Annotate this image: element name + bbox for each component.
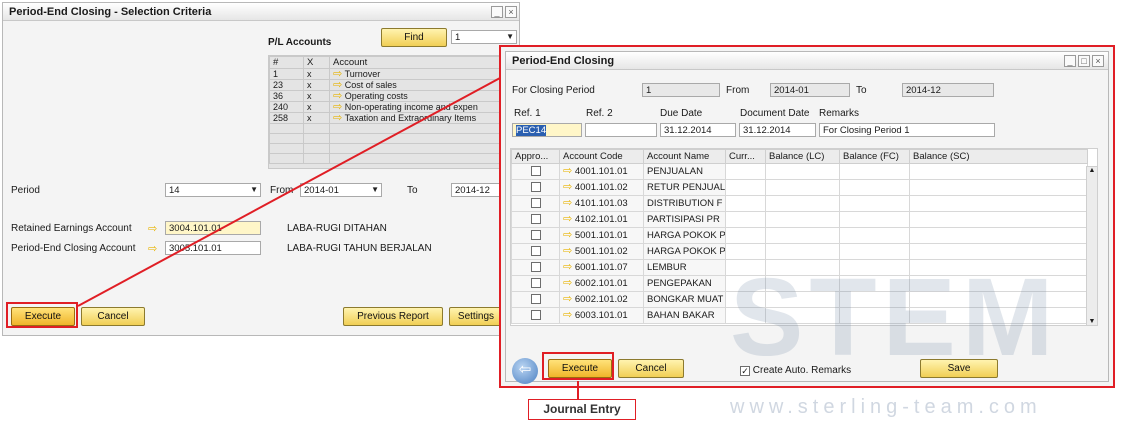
col-balance-lc[interactable]: Balance (LC)	[765, 149, 840, 164]
watermark-logo: STEM	[730, 256, 1060, 379]
ref1-input[interactable]: PEC14	[512, 123, 582, 137]
approve-checkbox[interactable]	[530, 278, 541, 289]
to-field: 2014-12	[902, 83, 994, 97]
close-icon[interactable]: ×	[1092, 55, 1104, 67]
col-balance-sc[interactable]: Balance (SC)	[909, 149, 1088, 164]
approve-checkbox[interactable]	[530, 182, 541, 193]
approve-checkbox[interactable]	[530, 166, 541, 177]
callout-connector	[577, 381, 579, 400]
from-field: 2014-01	[770, 83, 850, 97]
approve-checkbox[interactable]	[530, 230, 541, 241]
back-arrow-icon[interactable]: ⇦	[512, 358, 538, 384]
table-row[interactable]: ⇨ 4001.101.01 PENJUALAN	[511, 163, 1088, 180]
link-arrow-icon[interactable]: ⇨	[563, 230, 572, 241]
link-arrow-icon[interactable]: ⇨	[563, 262, 572, 273]
for-closing-field: 1	[642, 83, 720, 97]
link-arrow-icon[interactable]: ⇨	[563, 182, 572, 193]
scroll-up-icon[interactable]: ▲	[1087, 167, 1097, 174]
approve-checkbox[interactable]	[530, 310, 541, 321]
period-end-closing-titlebar: Period-End Closing	[506, 52, 1108, 70]
table-row[interactable]: ⇨ 4102.101.01 PARTISIPASI PR	[511, 211, 1088, 228]
approve-checkbox[interactable]	[530, 246, 541, 257]
approve-checkbox[interactable]	[530, 198, 541, 209]
approve-checkbox[interactable]	[530, 294, 541, 305]
ref1-label: Ref. 1	[514, 108, 541, 119]
approve-checkbox[interactable]	[530, 262, 541, 273]
ref2-label: Ref. 2	[586, 108, 613, 119]
for-closing-label: For Closing Period	[512, 85, 595, 96]
table-row[interactable]: ⇨ 5001.101.01 HARGA POKOK P	[511, 227, 1088, 244]
due-date-label: Due Date	[660, 108, 703, 119]
table-row[interactable]: ⇨ 4001.101.02 RETUR PENJUALA	[511, 179, 1088, 196]
from-label: From	[726, 85, 750, 96]
grid-scrollbar[interactable]: ▲ ▼	[1086, 166, 1098, 326]
to-label: To	[856, 85, 867, 96]
link-arrow-icon[interactable]: ⇨	[563, 214, 572, 225]
link-arrow-icon[interactable]: ⇨	[563, 198, 572, 209]
window-title: Period-End Closing	[512, 55, 615, 67]
col-approve[interactable]: Appro...	[511, 149, 560, 164]
minimize-icon[interactable]: _	[1064, 55, 1076, 67]
ref2-input[interactable]	[585, 123, 657, 137]
scroll-down-icon[interactable]: ▼	[1087, 318, 1097, 325]
watermark-url: www.sterling-team.com	[730, 396, 1042, 418]
cancel-button[interactable]: Cancel	[618, 359, 684, 378]
col-account-code[interactable]: Account Code	[559, 149, 644, 164]
link-arrow-icon[interactable]: ⇨	[563, 246, 572, 257]
table-row[interactable]: ⇨ 4101.101.03 DISTRIBUTION F	[511, 195, 1088, 212]
journal-execute-highlight	[542, 352, 614, 380]
document-date-label: Document Date	[740, 108, 810, 119]
link-arrow-icon[interactable]: ⇨	[563, 166, 572, 177]
approve-checkbox[interactable]	[530, 214, 541, 225]
col-account-name[interactable]: Account Name	[643, 149, 726, 164]
remarks-input[interactable]: For Closing Period 1	[819, 123, 995, 137]
link-arrow-icon[interactable]: ⇨	[563, 278, 572, 289]
journal-entry-callout: Journal Entry	[528, 399, 636, 420]
due-date-input[interactable]: 31.12.2014	[660, 123, 736, 137]
document-date-input[interactable]: 31.12.2014	[739, 123, 816, 137]
col-currency[interactable]: Curr...	[725, 149, 766, 164]
remarks-label: Remarks	[819, 108, 860, 119]
col-balance-fc[interactable]: Balance (FC)	[839, 149, 910, 164]
link-arrow-icon[interactable]: ⇨	[563, 294, 572, 305]
link-arrow-icon[interactable]: ⇨	[563, 310, 572, 321]
maximize-icon[interactable]: □	[1078, 55, 1090, 67]
